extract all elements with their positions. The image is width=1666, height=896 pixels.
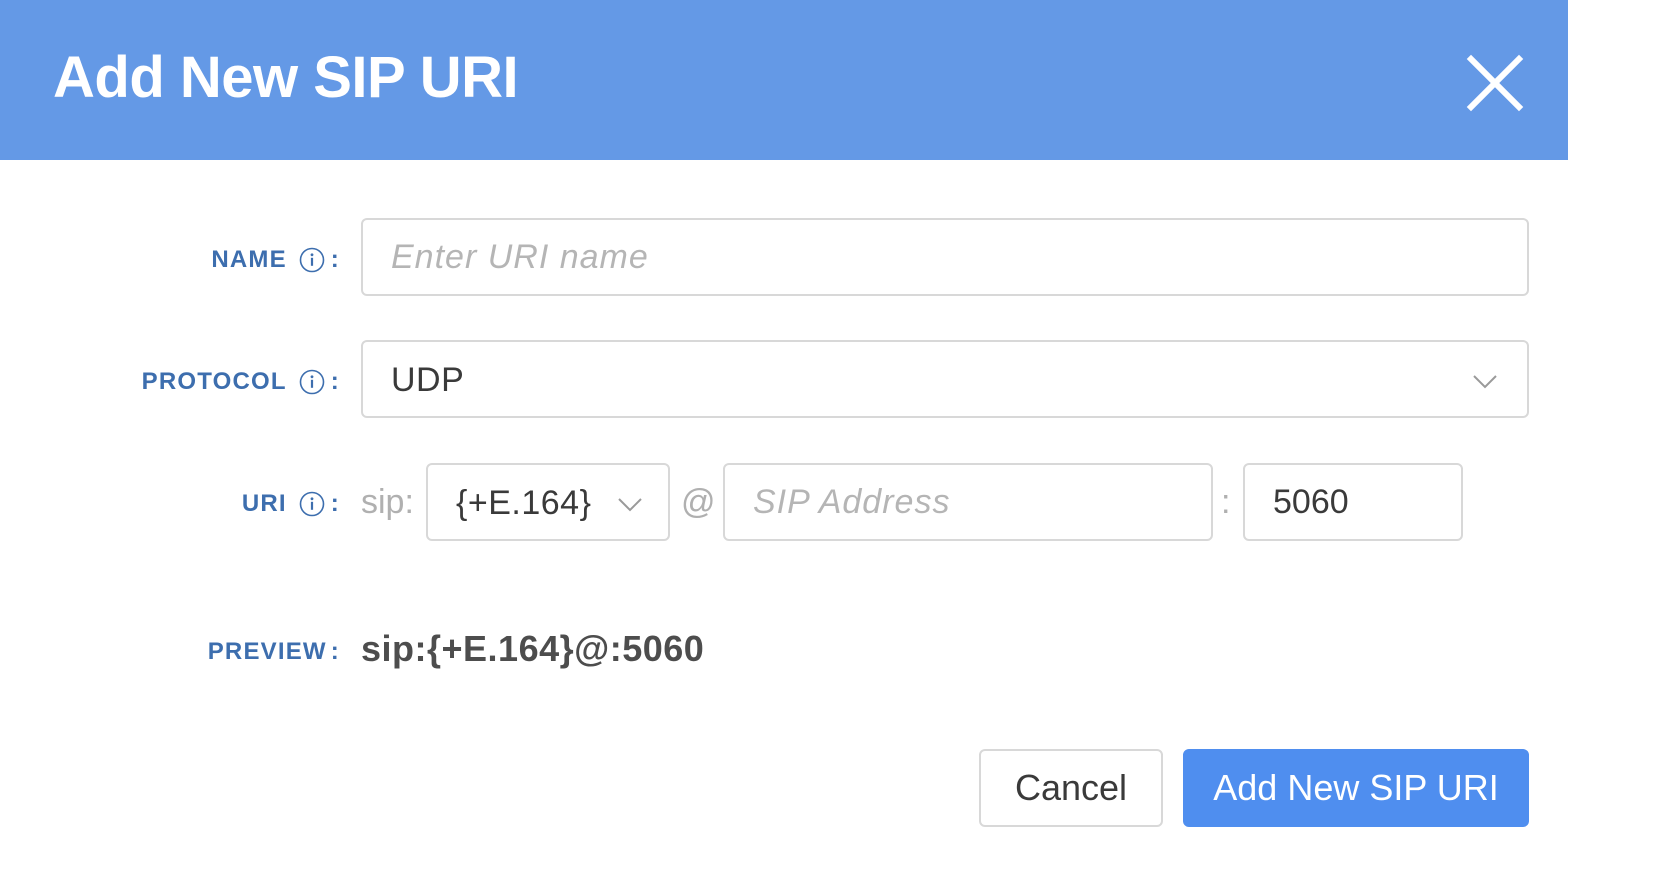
name-label-group: NAME :: [211, 246, 340, 274]
protocol-selected-value: UDP: [391, 361, 464, 400]
add-sip-uri-dialog: Add New SIP URI NAME : PROTOCOL : UDP UR…: [0, 0, 1666, 896]
name-label: NAME: [211, 246, 286, 274]
uri-user-part-select[interactable]: {+E.164}: [426, 463, 670, 541]
protocol-colon: :: [331, 368, 340, 396]
uri-colon: :: [331, 490, 340, 518]
sip-address-input[interactable]: [723, 463, 1213, 541]
chevron-down-icon: [616, 490, 644, 518]
port-input[interactable]: [1243, 463, 1463, 541]
dialog-title: Add New SIP URI: [53, 44, 518, 111]
info-icon[interactable]: [299, 491, 325, 517]
chevron-down-icon: [1471, 367, 1499, 395]
uri-preview-value: sip:{+E.164}@:5060: [361, 628, 704, 670]
cancel-button[interactable]: Cancel: [979, 749, 1163, 827]
add-new-sip-uri-button[interactable]: Add New SIP URI: [1183, 749, 1529, 827]
protocol-label: PROTOCOL: [142, 368, 287, 396]
protocol-select[interactable]: UDP: [361, 340, 1529, 418]
dialog-header: Add New SIP URI: [0, 0, 1568, 160]
uri-label-group: URI :: [242, 490, 340, 518]
protocol-label-group: PROTOCOL :: [142, 368, 340, 396]
uri-user-part-value: {+E.164}: [456, 484, 591, 523]
port-separator: :: [1221, 483, 1230, 522]
info-icon[interactable]: [299, 247, 325, 273]
preview-label-group: PREVIEW :: [208, 638, 340, 666]
uri-name-input[interactable]: [361, 218, 1529, 296]
uri-label: URI: [242, 490, 287, 518]
sip-scheme-prefix: sip:: [361, 483, 414, 522]
preview-label: PREVIEW: [208, 638, 327, 666]
close-icon[interactable]: [1462, 50, 1528, 116]
preview-colon: :: [331, 638, 340, 666]
name-colon: :: [331, 246, 340, 274]
at-sign: @: [681, 483, 716, 522]
info-icon[interactable]: [299, 369, 325, 395]
